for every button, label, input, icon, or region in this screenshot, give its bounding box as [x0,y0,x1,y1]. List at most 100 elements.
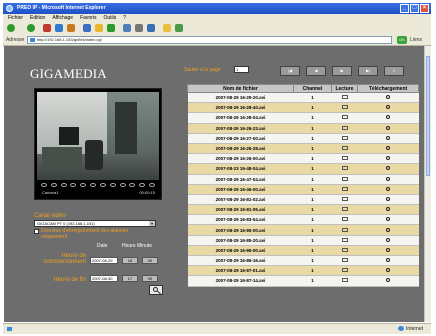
menu-file[interactable]: Fichier [8,14,23,22]
download-icon[interactable] [386,247,390,252]
end-hour-select[interactable]: 17 [122,275,138,282]
play-icon[interactable] [341,115,348,120]
table-row: 2007-08-29 16-87-01.avi 1 [187,265,419,277]
stop-icon[interactable] [43,24,51,32]
mail-icon[interactable] [123,24,131,32]
home-icon[interactable] [67,24,75,32]
history-icon[interactable] [107,24,115,32]
address-input[interactable]: http://192.168.1.153/gr/itek/index.cgi [27,36,392,44]
download-icon[interactable] [386,135,390,140]
alarm-only-checkbox[interactable] [34,229,39,234]
menu-favorites[interactable]: Favoris [80,14,96,22]
play-icon[interactable] [341,95,348,100]
play-icon[interactable] [341,207,348,212]
play-icon[interactable] [341,247,348,252]
minimize-button[interactable]: _ [400,4,409,13]
download-icon[interactable] [386,95,390,100]
download-icon[interactable] [386,227,390,232]
download-all-button[interactable]: ⇩ [384,66,404,76]
play-icon[interactable] [341,278,348,283]
play-icon[interactable] [341,135,348,140]
player-control-button[interactable] [139,183,146,187]
video-player[interactable]: Camera1 00:00:15 [34,88,162,200]
start-hour-select[interactable]: 16 [122,257,138,264]
edit-icon[interactable] [147,24,155,32]
player-control-button[interactable] [99,183,106,187]
download-icon[interactable] [386,176,390,181]
play-icon[interactable] [341,258,348,263]
play-icon[interactable] [341,146,348,151]
player-control-button[interactable] [60,183,67,187]
player-control-button[interactable] [41,183,47,187]
start-date-input[interactable]: 2007-08-29 [90,257,118,264]
back-icon[interactable] [7,24,15,32]
chevron-down-icon: ▾ [149,221,155,226]
play-icon[interactable] [341,237,348,242]
vertical-scrollbar[interactable] [424,46,431,322]
download-icon[interactable] [386,268,390,273]
play-icon[interactable] [341,196,348,201]
download-icon[interactable] [386,115,390,120]
start-minute-select[interactable]: 00 [142,257,158,264]
player-control-button[interactable] [119,183,126,187]
download-icon[interactable] [386,237,390,242]
close-button[interactable]: × [420,4,429,13]
download-icon[interactable] [386,278,390,283]
maximize-button[interactable]: □ [410,4,419,13]
play-icon[interactable] [341,166,348,171]
forward-icon[interactable] [27,24,35,32]
player-control-button[interactable] [129,183,136,187]
prev-page-button[interactable]: ◀ [306,66,326,76]
player-control-button[interactable] [148,183,155,187]
play-icon[interactable] [341,227,348,232]
channel-cell: 1 [293,153,332,165]
play-icon[interactable] [341,268,348,273]
player-control-button[interactable] [80,183,87,187]
end-minute-select[interactable]: 00 [142,275,158,282]
player-control-button[interactable] [50,183,57,187]
download-icon[interactable] [386,196,390,201]
player-control-button[interactable] [90,183,97,187]
menu-edit[interactable]: Edition [30,14,45,22]
download-icon[interactable] [386,146,390,151]
refresh-icon[interactable] [55,24,63,32]
play-icon[interactable] [341,156,348,161]
download-icon[interactable] [386,207,390,212]
menu-help[interactable]: ? [123,14,126,22]
player-control-button[interactable] [109,183,116,187]
messenger-icon[interactable] [175,24,183,32]
play-icon[interactable] [341,105,348,110]
links-button[interactable]: Liens [410,36,422,44]
download-icon[interactable] [386,156,390,161]
download-icon[interactable] [386,166,390,171]
play-icon[interactable] [341,217,348,222]
security-zone: Internet [398,324,423,334]
print-icon[interactable] [135,24,143,32]
download-icon[interactable] [386,217,390,222]
first-page-button[interactable]: |◀ [280,66,300,76]
play-icon[interactable] [341,125,348,130]
page-content: GIGAMEDIA Camera1 00:00:15 Canal vidéo G… [4,46,424,322]
menu-tools[interactable]: Outils [103,14,116,22]
page-select[interactable]: 1 [234,66,249,73]
last-page-button[interactable]: ▶| [358,66,378,76]
channel-cell: 1 [293,265,332,277]
favorites-icon[interactable] [95,24,103,32]
channel-select[interactable]: GIGACAM PT 0 (192.168.1.151) ▾ [34,220,156,227]
play-cell [331,245,358,257]
next-page-button[interactable]: ▶ [332,66,352,76]
folder-icon[interactable] [163,24,171,32]
go-button[interactable]: OK [397,36,407,44]
download-icon[interactable] [386,105,390,110]
download-icon[interactable] [386,186,390,191]
download-icon[interactable] [386,258,390,263]
menu-view[interactable]: Affichage [52,14,73,22]
play-icon[interactable] [341,176,348,181]
scrollbar-thumb[interactable] [426,56,430,176]
download-icon[interactable] [386,125,390,130]
search-icon[interactable] [83,24,91,32]
player-control-button[interactable] [70,183,77,187]
play-icon[interactable] [341,186,348,191]
search-button[interactable] [149,285,163,295]
end-date-input[interactable]: 2007-08-30 [90,275,118,282]
